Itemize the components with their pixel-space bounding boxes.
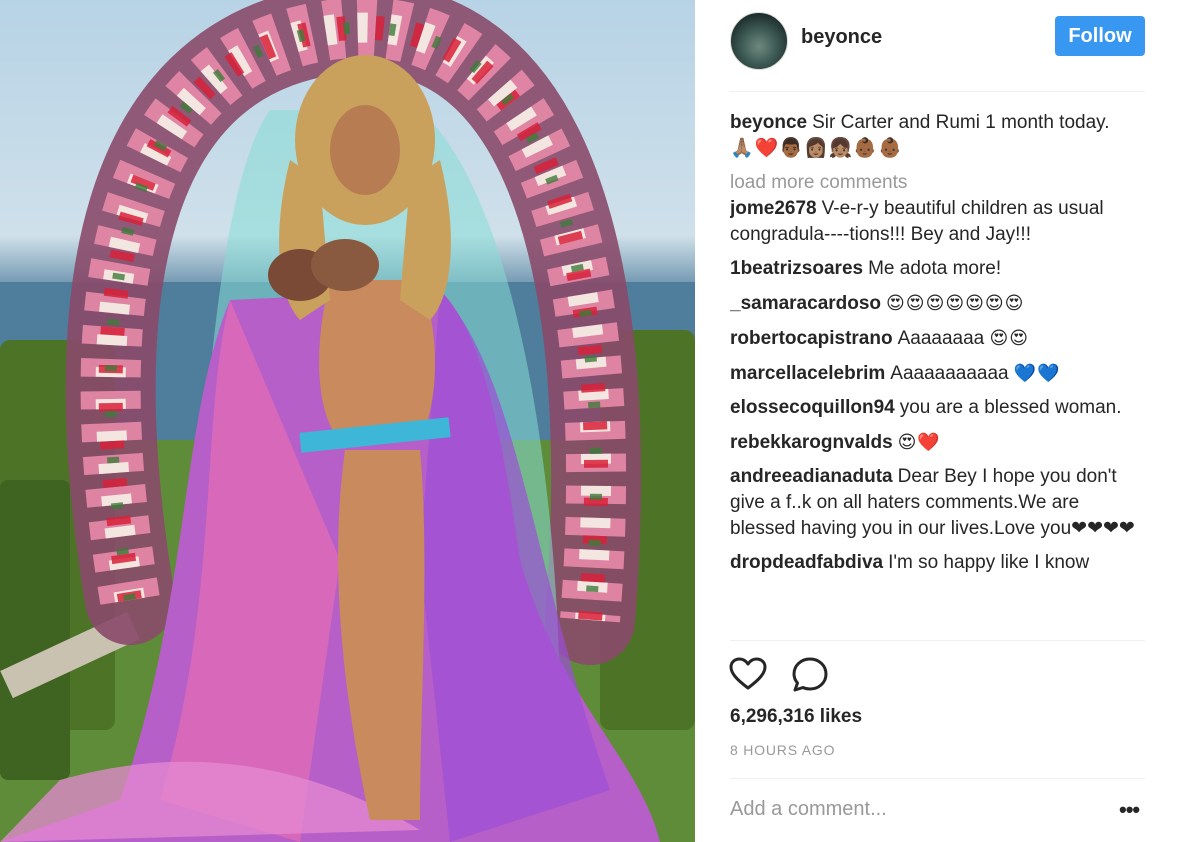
more-options-icon[interactable]: ••• [1119, 799, 1140, 821]
comment-username[interactable]: marcellacelebrim [730, 363, 885, 384]
action-bar [728, 655, 848, 695]
comment-item: marcellacelebrim Aaaaaaaaaaa 💙💙 [730, 360, 1145, 387]
comment-text: Aaaaaaaaaaa [890, 363, 1009, 384]
comment-username[interactable]: jome2678 [730, 198, 817, 219]
heart-icon[interactable] [728, 655, 768, 695]
divider [730, 778, 1145, 779]
author-username[interactable]: beyonce [801, 26, 882, 49]
comment-username[interactable]: robertocapistrano [730, 328, 893, 349]
comment-text: Me adota more! [868, 258, 1002, 279]
comments-list[interactable]: beyonce Sir Carter and Rumi 1 month today… [730, 110, 1145, 640]
avatar[interactable] [730, 12, 788, 70]
comment-username[interactable]: _samaracardoso [730, 293, 881, 314]
follow-button[interactable]: Follow [1055, 16, 1145, 56]
comment-emoji: 😍❤️ [897, 432, 941, 452]
post-timestamp[interactable]: 8 HOURS AGO [730, 742, 835, 758]
comment-username[interactable]: dropdeadfabdiva [730, 552, 883, 573]
comment-text: I'm so happy like I know [888, 552, 1090, 573]
comment-container: jome2678 V-e-r-y beautiful children as us… [730, 196, 1145, 576]
comment-emoji: 💙💙 [1013, 363, 1061, 383]
comment-text: you are a blessed woman. [899, 397, 1122, 418]
post-photo[interactable] [0, 0, 695, 842]
comment-username[interactable]: rebekkarognvalds [730, 432, 893, 453]
add-comment-input[interactable] [730, 792, 1090, 826]
post-header: beyonce Follow [730, 8, 1145, 92]
caption-username[interactable]: beyonce [730, 112, 807, 133]
caption-text: Sir Carter and Rumi 1 month today. [812, 112, 1110, 133]
comment-emoji: 😍😍😍😍😍😍😍 [886, 293, 1025, 313]
comment-item: rebekkarognvalds 😍❤️ [730, 429, 1145, 456]
comment-item: robertocapistrano Aaaaaaaa 😍😍 [730, 325, 1145, 352]
comment-item: andreeadianaduta Dear Bey I hope you don'… [730, 464, 1145, 542]
comment-item: _samaracardoso 😍😍😍😍😍😍😍 [730, 290, 1145, 317]
comment-username[interactable]: 1beatrizsoares [730, 258, 863, 279]
speech-bubble-icon[interactable] [790, 655, 830, 695]
comment-username[interactable]: elossecoquillon94 [730, 397, 895, 418]
caption-emoji: 🙏🏽❤️👨🏾👩🏽👧🏽👶🏾👶🏾 [730, 138, 903, 159]
caption: beyonce Sir Carter and Rumi 1 month today… [730, 110, 1145, 162]
comment-item: 1beatrizsoares Me adota more! [730, 256, 1145, 282]
comment-item: jome2678 V-e-r-y beautiful children as us… [730, 196, 1145, 248]
likes-count[interactable]: 6,296,316 likes [730, 706, 862, 728]
comment-text: Aaaaaaaa [897, 328, 985, 349]
comment-item: elossecoquillon94 you are a blessed woman… [730, 395, 1145, 421]
divider [730, 640, 1145, 641]
comment-emoji: 😍😍 [989, 328, 1030, 348]
load-more-comments-link[interactable]: load more comments [730, 170, 1145, 196]
comment-username[interactable]: andreeadianaduta [730, 466, 893, 487]
photo-illustration [0, 0, 695, 842]
post-details-panel: beyonce Follow beyonce Sir Carter and Rum… [695, 0, 1180, 842]
comment-item: dropdeadfabdiva I'm so happy like I know [730, 550, 1145, 576]
